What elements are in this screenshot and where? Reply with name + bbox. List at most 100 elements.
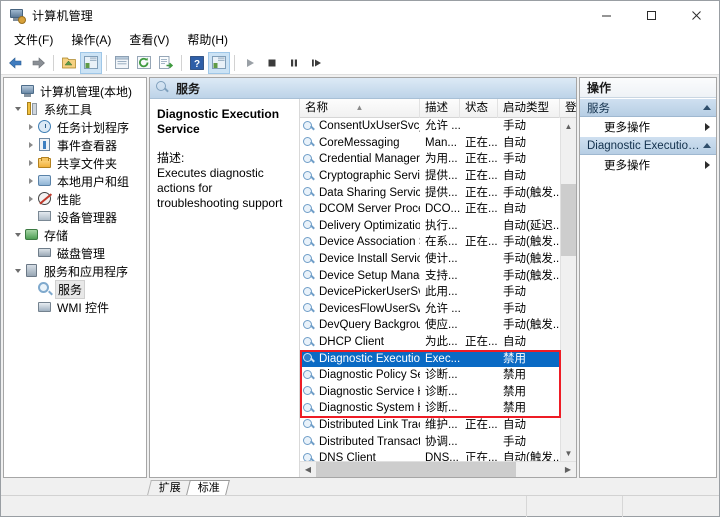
tree-item-device-manager[interactable]: 设备管理器: [4, 208, 146, 226]
scroll-track-horizontal[interactable]: [316, 462, 560, 478]
scroll-right-button[interactable]: ▶: [560, 462, 576, 478]
tree-twisty[interactable]: [24, 142, 37, 148]
table-row[interactable]: DHCP Client 为此... 正在... 自动 本: [300, 334, 576, 351]
actions-group-services[interactable]: 服务: [580, 98, 716, 117]
table-row[interactable]: Credential Manager 为用... 正在... 手动 本: [300, 151, 576, 168]
service-icon: [303, 402, 316, 415]
scroll-thumb[interactable]: [561, 184, 577, 256]
table-row[interactable]: Delivery Optimization 执行... 自动(延迟... 网: [300, 218, 576, 235]
toolbar: ?: [1, 51, 719, 75]
cell-name: Device Association Service: [319, 234, 420, 250]
tree-twisty[interactable]: [11, 107, 24, 111]
collapse-chevron-icon[interactable]: [703, 105, 711, 110]
tree-item-storage[interactable]: 存储: [4, 226, 146, 244]
table-row[interactable]: Diagnostic Service Host 诊断... 禁用 本: [300, 384, 576, 401]
refresh-icon[interactable]: [133, 52, 155, 74]
column-header-status[interactable]: 状态: [460, 99, 498, 118]
action-more-actions-service[interactable]: 更多操作: [580, 155, 716, 174]
table-row[interactable]: CoreMessaging Man... 正在... 自动 本: [300, 135, 576, 152]
stop-service-icon[interactable]: [261, 52, 283, 74]
menu-file[interactable]: 文件(F): [5, 31, 62, 50]
table-row[interactable]: Device Setup Manager 支持... 手动(触发... 本: [300, 267, 576, 284]
menu-view[interactable]: 查看(V): [120, 31, 178, 50]
tree-twisty[interactable]: [24, 160, 37, 166]
tree-item-services-and-applications[interactable]: 服务和应用程序: [4, 262, 146, 280]
tab-extended[interactable]: 扩展: [147, 480, 191, 495]
show-action-pane-icon[interactable]: [208, 52, 230, 74]
show-hide-tree-icon[interactable]: [80, 52, 102, 74]
table-row[interactable]: DCOM Server Process Lau... DCO... 正在... …: [300, 201, 576, 218]
table-row[interactable]: DevicePickerUserSvc_5a5f6 此用... 手动 本: [300, 284, 576, 301]
service-icon: [303, 186, 316, 199]
tree-item-task-scheduler[interactable]: 任务计划程序: [4, 118, 146, 136]
tree-twisty[interactable]: [11, 269, 24, 273]
cell-description: Exec...: [420, 351, 460, 367]
cell-name: Diagnostic Policy Service: [319, 367, 420, 383]
tree-item-computer-management-local[interactable]: 计算机管理(本地): [4, 82, 146, 100]
table-row[interactable]: DNS Client DNS... 正在... 自动(触发... 网: [300, 450, 576, 461]
column-header-log-on-as[interactable]: 登: [560, 99, 577, 118]
service-detail-name: Diagnostic Execution Service: [157, 107, 292, 137]
start-service-icon[interactable]: [239, 52, 261, 74]
restart-service-icon[interactable]: [305, 52, 327, 74]
cell-status: 正在...: [460, 151, 498, 167]
scroll-track[interactable]: [561, 134, 577, 445]
tree-item-system-tools[interactable]: 系统工具: [4, 100, 146, 118]
tree-item-performance[interactable]: 性能: [4, 190, 146, 208]
services-list-vertical-scrollbar[interactable]: ▲ ▼: [560, 118, 576, 461]
table-row[interactable]: Distributed Transaction Co... 协调... 手动 网: [300, 433, 576, 450]
menu-action[interactable]: 操作(A): [62, 31, 120, 50]
column-header-startup-type[interactable]: 启动类型: [498, 99, 560, 118]
column-header-description[interactable]: 描述: [420, 99, 460, 118]
table-row[interactable]: Diagnostic Policy Service 诊断... 禁用 本: [300, 367, 576, 384]
maximize-button[interactable]: [629, 1, 674, 30]
actions-group-diagnostic-execution-service[interactable]: Diagnostic Execution Service: [580, 136, 716, 155]
services-icon: [37, 281, 53, 297]
scroll-down-button[interactable]: ▼: [561, 445, 577, 461]
table-row[interactable]: DevicesFlowUserSvc_5a5f6 允许 ... 手动 本: [300, 301, 576, 318]
minimize-button[interactable]: [584, 1, 629, 30]
table-row[interactable]: Cryptographic Services 提供... 正在... 自动 网: [300, 168, 576, 185]
table-row-selected[interactable]: Diagnostic Execution Service Exec... 禁用 …: [300, 350, 576, 367]
back-arrow-icon[interactable]: [5, 52, 27, 74]
table-row[interactable]: Device Association Service 在系... 正在... 手…: [300, 234, 576, 251]
table-row[interactable]: Diagnostic System Host 诊断... 禁用 本: [300, 400, 576, 417]
tree-item-event-viewer[interactable]: 事件查看器: [4, 136, 146, 154]
scroll-up-button[interactable]: ▲: [561, 118, 577, 134]
tree-item-services[interactable]: 服务: [4, 280, 146, 298]
properties-icon[interactable]: [111, 52, 133, 74]
scroll-thumb-horizontal[interactable]: [316, 462, 516, 478]
up-folder-icon[interactable]: [58, 52, 80, 74]
export-list-icon[interactable]: [155, 52, 177, 74]
table-row[interactable]: Device Install Service 使计... 手动(触发... 本: [300, 251, 576, 268]
tab-standard[interactable]: 标准: [186, 480, 230, 495]
table-row[interactable]: Data Sharing Service 提供... 正在... 手动(触发..…: [300, 184, 576, 201]
close-button[interactable]: [674, 1, 719, 30]
scroll-left-button[interactable]: ◀: [300, 462, 316, 478]
tree-twisty[interactable]: [11, 233, 24, 237]
tree-item-local-users-and-groups[interactable]: 本地用户和组: [4, 172, 146, 190]
menu-help[interactable]: 帮助(H): [178, 31, 237, 50]
device-manager-icon: [37, 209, 53, 225]
table-row[interactable]: ConsentUxUserSvc_5a5f6 允许 ... 手动 本: [300, 118, 576, 135]
action-more-actions-services[interactable]: 更多操作: [580, 117, 716, 136]
column-header-name[interactable]: 名称 ▲: [300, 99, 420, 118]
tree-twisty[interactable]: [24, 124, 37, 130]
table-row[interactable]: DevQuery Background Dis... 使应... 手动(触发..…: [300, 317, 576, 334]
tree-twisty[interactable]: [24, 178, 37, 184]
help-icon[interactable]: ?: [186, 52, 208, 74]
services-list-horizontal-scrollbar[interactable]: ◀ ▶: [300, 461, 576, 477]
pause-service-icon[interactable]: [283, 52, 305, 74]
collapse-chevron-icon[interactable]: [703, 143, 711, 148]
table-row[interactable]: Distributed Link Tracking C... 维护... 正在.…: [300, 417, 576, 434]
cell-status: 正在...: [460, 450, 498, 461]
service-icon: [303, 302, 316, 315]
tree-twisty[interactable]: [24, 196, 37, 202]
services-applications-icon: [24, 263, 40, 279]
tree-item-shared-folders[interactable]: 共享文件夹: [4, 154, 146, 172]
tree-item-wmi-control[interactable]: WMI 控件: [4, 298, 146, 316]
tree-item-disk-management[interactable]: 磁盘管理: [4, 244, 146, 262]
cell-startup-type: 禁用: [498, 351, 560, 367]
forward-arrow-icon[interactable]: [27, 52, 49, 74]
console-tree: 计算机管理(本地) 系统工具 任务计划程序 事件查看器: [4, 78, 146, 316]
